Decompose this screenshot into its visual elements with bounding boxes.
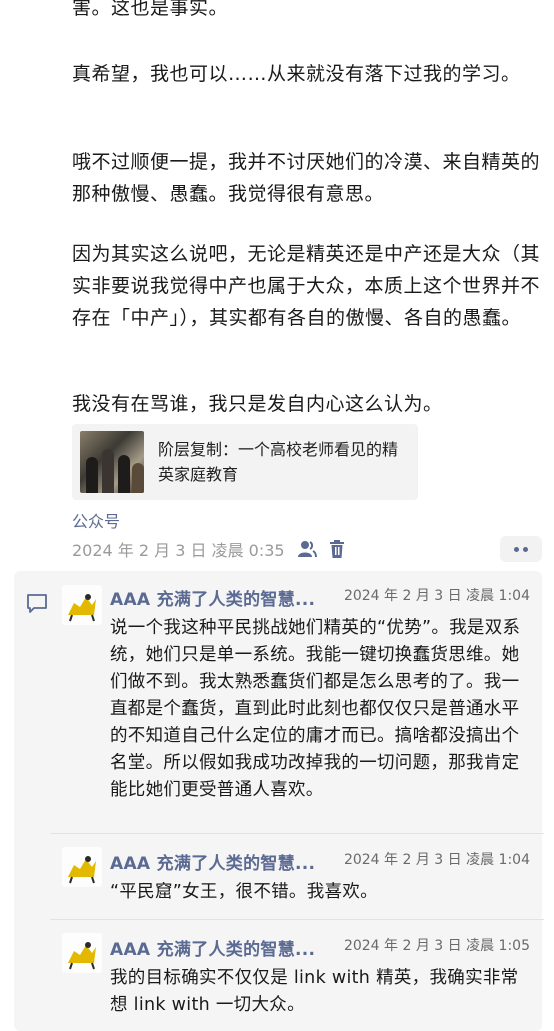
post-paragraph: 因为其实这么说吧，无论是精英还是中产还是大众（其实非要说我觉得中产也属于大众，本… (72, 243, 541, 329)
avatar[interactable] (62, 585, 102, 625)
comment-item[interactable]: AAA 充满了人类的智慧... 2024 年 2 月 3 日 凌晨 1:05 我… (62, 933, 542, 1023)
comments-section: AAA 充满了人类的智慧... 2024 年 2 月 3 日 凌晨 1:04 说… (14, 571, 544, 1031)
comment-time: 2024 年 2 月 3 日 凌晨 1:04 (343, 852, 530, 868)
comment-author[interactable]: AAA 充满了人类的智慧... (110, 849, 315, 874)
source-label[interactable]: 公众号 (72, 508, 120, 532)
comment-text: 说一个我这种平民挑战她们精英的“优势”。我是双系统，她们只是单一系统。我能一键切… (110, 618, 521, 800)
visibility-users-icon[interactable] (297, 540, 317, 558)
comment-time: 2024 年 2 月 3 日 凌晨 1:04 (343, 588, 530, 604)
dot (514, 546, 519, 552)
linked-article-card[interactable]: 阶层复制：一个高校老师看见的精英家庭教育 (72, 424, 418, 500)
article-title: 阶层复制：一个高校老师看见的精英家庭教育 (158, 440, 399, 484)
comment-time: 2024 年 2 月 3 日 凌晨 1:05 (343, 938, 530, 954)
comment-icon (26, 593, 48, 619)
dot (523, 546, 528, 552)
comment-author[interactable]: AAA 充满了人类的智慧... (110, 935, 315, 960)
comment-item[interactable]: AAA 充满了人类的智慧... 2024 年 2 月 3 日 凌晨 1:04 说… (62, 585, 542, 825)
comment-text: 我的目标确实不仅仅是 link with 精英，我确实非常想 link with… (110, 968, 519, 1015)
article-thumbnail (80, 431, 144, 493)
avatar[interactable] (62, 933, 102, 973)
post-paragraph: 哦不过顺便一提，我并不讨厌她们的冷漠、来自精英的那种傲慢、愚蠢。我觉得很有意思。 (72, 151, 541, 205)
delete-icon[interactable] (329, 540, 345, 558)
avatar[interactable] (62, 847, 102, 887)
comment-item[interactable]: AAA 充满了人类的智慧... 2024 年 2 月 3 日 凌晨 1:04 “… (62, 847, 542, 907)
comment-text: “平民窟”女王，很不错。我喜欢。 (110, 882, 378, 902)
more-options-button[interactable] (500, 536, 542, 562)
post-paragraph: 我没有在骂谁，我只是发自内心这么认为。 (72, 393, 443, 415)
comment-author[interactable]: AAA 充满了人类的智慧... (110, 585, 315, 610)
post-meta: 2024 年 2 月 3 日 凌晨 0:35 (72, 538, 345, 560)
post-timestamp: 2024 年 2 月 3 日 凌晨 0:35 (72, 541, 285, 560)
divider (50, 919, 544, 920)
divider (50, 833, 544, 834)
post-paragraph: 真希望，我也可以……从来就没有落下过我的学习。 (72, 63, 521, 85)
post-paragraph: 害。这也是事实。 (72, 0, 229, 19)
